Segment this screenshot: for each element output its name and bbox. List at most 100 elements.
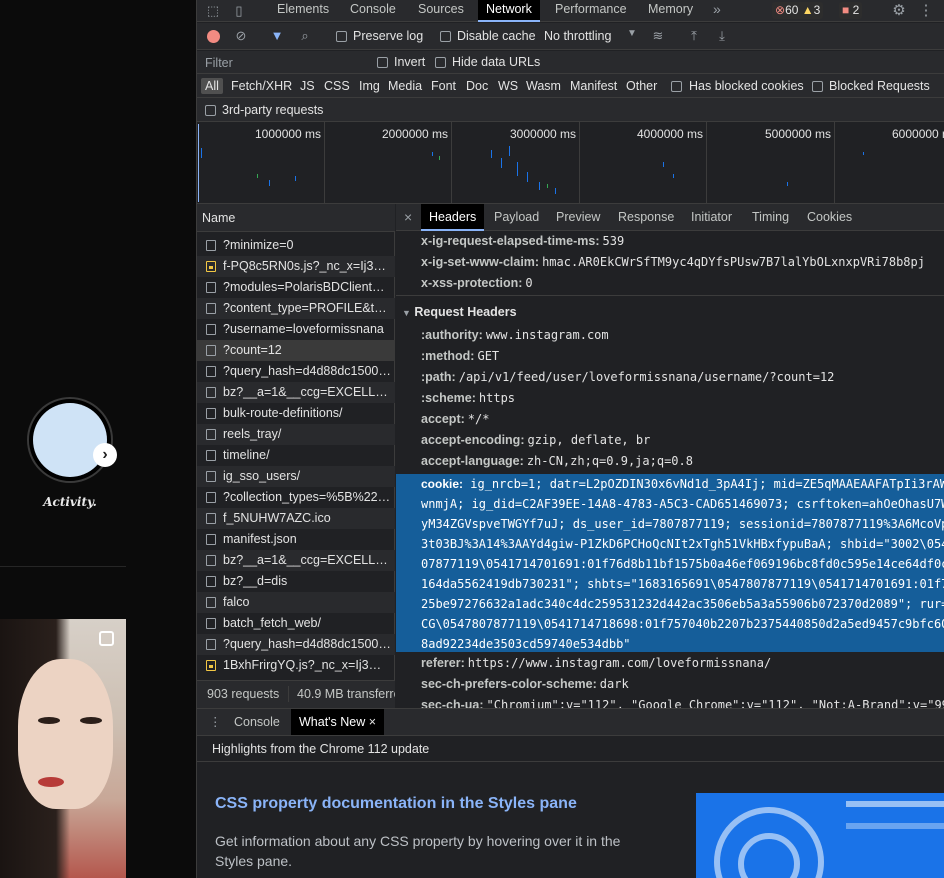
type-media[interactable]: Media xyxy=(388,78,422,94)
request-row[interactable]: bulk-route-definitions/ xyxy=(197,403,395,424)
post-thumbnail[interactable] xyxy=(0,619,126,878)
more-tabs-icon[interactable]: » xyxy=(713,0,721,22)
errors-badge[interactable]: ⊗60 ▲3 xyxy=(772,2,824,19)
type-all[interactable]: All xyxy=(201,78,223,94)
header-row[interactable]: :authority: www.instagram.com xyxy=(421,325,609,346)
close-icon[interactable]: × xyxy=(404,204,412,231)
header-row[interactable]: :method: GET xyxy=(421,346,499,367)
request-row[interactable]: f-PQ8c5RN0s.js?_nc_x=Ij3Wp8lg5Kz xyxy=(197,256,395,277)
type-css[interactable]: CSS xyxy=(324,78,350,94)
request-row[interactable]: falco xyxy=(197,592,395,613)
filter-icon[interactable]: ▼ xyxy=(269,28,285,44)
network-conditions-icon[interactable]: ≋ xyxy=(650,28,666,44)
header-row[interactable]: x-ig-set-www-claim: hmac.AR0EkCWrSfTM9yc4… xyxy=(421,252,925,273)
request-row[interactable]: bz?__d=dis xyxy=(197,571,395,592)
record-icon[interactable] xyxy=(207,30,220,43)
tab-headers[interactable]: Headers xyxy=(421,204,485,231)
request-row[interactable]: ?count=12 xyxy=(197,340,395,361)
document-icon xyxy=(206,555,216,566)
tab-response[interactable]: Response xyxy=(618,204,674,231)
request-row[interactable]: bz?__a=1&__ccg=EXCELLENT&__comet_req=7 xyxy=(197,382,395,403)
header-row[interactable]: sec-ch-ua: "Chromium";v="112", "Google Ch… xyxy=(421,695,944,708)
tab-performance[interactable]: Performance xyxy=(555,0,627,22)
header-key: accept-language: xyxy=(421,454,524,468)
hide-data-urls-checkbox[interactable] xyxy=(435,57,446,68)
request-row[interactable]: ?modules=PolarisBDClientSignalCollection… xyxy=(197,277,395,298)
request-row[interactable]: ?username=loveformissnana xyxy=(197,319,395,340)
tab-payload[interactable]: Payload xyxy=(494,204,539,231)
invert-checkbox[interactable] xyxy=(377,57,388,68)
header-row[interactable]: sec-ch-prefers-color-scheme: dark xyxy=(421,674,629,695)
request-row[interactable]: ?minimize=0 xyxy=(197,235,395,256)
clear-icon[interactable]: ⊘ xyxy=(233,28,249,44)
request-row[interactable]: ?collection_types=%5B%22ALL_MEDIA%22%5D xyxy=(197,487,395,508)
has-blocked-cookies-checkbox[interactable] xyxy=(671,81,682,92)
cookie-header-selected[interactable]: cookie: ig_nrcb=1; datr=L2pOZDIN30x6vNd1… xyxy=(396,474,944,652)
blocked-requests-checkbox[interactable] xyxy=(812,81,823,92)
header-row[interactable]: x-ig-request-elapsed-time-ms: 539 xyxy=(421,231,624,252)
drawer-tab-whats-new[interactable]: What's New × xyxy=(291,709,385,735)
kebab-menu-icon[interactable]: ⋮ xyxy=(918,3,934,19)
header-row[interactable]: accept-encoding: gzip, deflate, br xyxy=(421,430,650,451)
preserve-log-checkbox[interactable] xyxy=(336,31,347,42)
type-wasm[interactable]: Wasm xyxy=(526,78,561,94)
story-highlight[interactable] xyxy=(27,397,113,483)
import-har-icon[interactable]: ⤒ xyxy=(686,28,702,44)
export-har-icon[interactable]: ⤓ xyxy=(714,28,730,44)
gear-icon[interactable]: ⚙ xyxy=(891,3,907,19)
request-row[interactable]: manifest.json xyxy=(197,529,395,550)
throttling-select[interactable]: No throttling xyxy=(544,29,611,43)
header-row[interactable]: accept: */* xyxy=(421,409,489,430)
tab-initiator[interactable]: Initiator xyxy=(691,204,732,231)
type-fetch-xhr[interactable]: Fetch/XHR xyxy=(231,78,292,94)
network-overview[interactable]: 1000000 ms 2000000 ms 3000000 ms 4000000… xyxy=(197,122,944,204)
tab-memory[interactable]: Memory xyxy=(648,0,693,22)
close-icon[interactable]: × xyxy=(369,715,376,729)
name-column-header[interactable]: Name xyxy=(197,204,395,232)
request-row[interactable]: ?query_hash=d4d88dc1500312af6f937f7b804c… xyxy=(197,361,395,382)
tab-timing[interactable]: Timing xyxy=(752,204,789,231)
device-toolbar-icon[interactable]: ▯ xyxy=(231,3,247,19)
tab-cookies[interactable]: Cookies xyxy=(807,204,852,231)
header-row[interactable]: accept-language: zh-CN,zh;q=0.9,ja;q=0.8 xyxy=(421,451,693,472)
tab-preview[interactable]: Preview xyxy=(556,204,600,231)
request-row[interactable]: batch_fetch_web/ xyxy=(197,613,395,634)
type-manifest[interactable]: Manifest xyxy=(570,78,617,94)
request-row[interactable]: f_5NUHW7AZC.ico xyxy=(197,508,395,529)
type-js[interactable]: JS xyxy=(300,78,315,94)
request-row[interactable]: ?query_hash=d4d88dc1500312af6f937f7b804c… xyxy=(197,634,395,655)
whats-new-title[interactable]: CSS property documentation in the Styles… xyxy=(215,795,577,813)
type-other[interactable]: Other xyxy=(626,78,657,94)
disable-cache-checkbox[interactable] xyxy=(440,31,451,42)
inspect-element-icon[interactable]: ⬚ xyxy=(205,3,221,19)
drawer-menu-icon[interactable]: ⋮ xyxy=(209,709,222,735)
type-doc[interactable]: Doc xyxy=(466,78,488,94)
type-ws[interactable]: WS xyxy=(498,78,518,94)
drawer-tab-console[interactable]: Console xyxy=(234,709,280,735)
disable-cache-label: Disable cache xyxy=(457,29,536,43)
request-row[interactable]: timeline/ xyxy=(197,445,395,466)
type-img[interactable]: Img xyxy=(359,78,380,94)
request-row[interactable]: reels_tray/ xyxy=(197,424,395,445)
request-row[interactable]: bz?__a=1&__ccg=EXCELLENT&__comet_req=7 xyxy=(197,550,395,571)
chevron-right-icon[interactable]: › xyxy=(93,443,117,467)
header-row[interactable]: :path:/api/v1/feed/user/loveformissnana/… xyxy=(421,367,834,388)
header-row[interactable]: x-xss-protection: 0 xyxy=(421,273,533,294)
header-row[interactable]: referer: https://www.instagram.com/lovefo… xyxy=(421,653,771,674)
request-row[interactable]: ig_sso_users/ xyxy=(197,466,395,487)
tab-sources[interactable]: Sources xyxy=(418,0,464,22)
third-party-checkbox[interactable] xyxy=(205,105,216,116)
tab-console[interactable]: Console xyxy=(350,0,396,22)
tab-elements[interactable]: Elements xyxy=(277,0,329,22)
header-row[interactable]: :scheme: https xyxy=(421,388,515,409)
issues-count: 2 xyxy=(852,3,860,17)
tab-network[interactable]: Network xyxy=(478,0,540,22)
request-row[interactable]: ?content_type=PROFILE&target_id=78078771… xyxy=(197,298,395,319)
request-headers-section[interactable]: ▼ Request Headers xyxy=(402,302,517,322)
chevron-down-icon[interactable]: ▼ xyxy=(627,28,637,39)
search-icon[interactable]: ⌕ xyxy=(297,28,313,44)
filter-input[interactable]: Filter xyxy=(201,53,371,72)
issues-badge[interactable]: ■ 2 xyxy=(839,2,863,19)
type-font[interactable]: Font xyxy=(431,78,456,94)
request-row[interactable]: 1BxhFrirgYQ.js?_nc_x=Ij3Wp8lg5Kz xyxy=(197,655,395,676)
